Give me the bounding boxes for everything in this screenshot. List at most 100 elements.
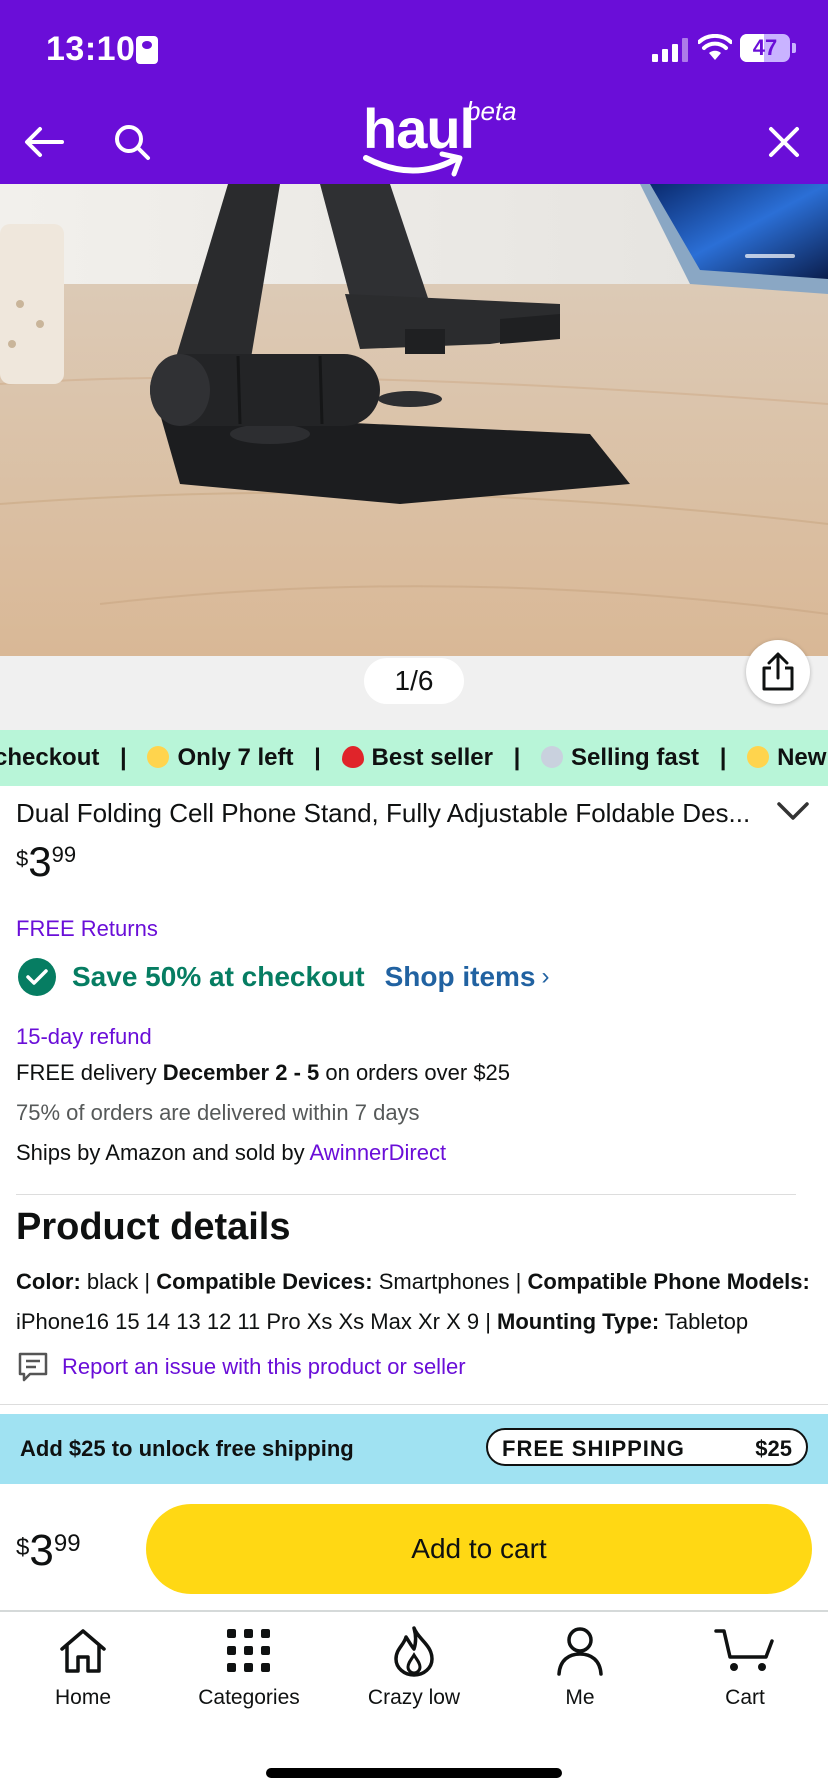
mounting-value: Tabletop (659, 1309, 749, 1334)
ticker-item: Only 7 left (177, 744, 294, 771)
cellular-signal-icon (652, 38, 688, 62)
color-value: black | (80, 1269, 157, 1294)
price-fraction: 99 (51, 842, 77, 867)
logo-badge: beta (466, 96, 517, 126)
free-shipping-banner: Add $25 to unlock free shipping FREE SHI… (0, 1414, 828, 1484)
grid-icon (227, 1629, 270, 1672)
status-time: 13:10 (46, 30, 136, 68)
buy-price-fraction: 99 (53, 1530, 81, 1557)
shop-items-link[interactable]: Shop items (385, 961, 536, 993)
battery-tip (792, 43, 796, 53)
tab-home[interactable]: Home (0, 1622, 166, 1722)
search-button[interactable] (108, 118, 156, 166)
close-icon (769, 127, 799, 157)
phone-stand-photo (0, 184, 828, 656)
divider (0, 1404, 828, 1405)
models-label: Compatible Phone Models: (527, 1269, 810, 1294)
delivery-info: FREE delivery December 2 - 5 on orders o… (16, 1060, 510, 1086)
home-indicator (266, 1768, 562, 1778)
buy-price-currency: $ (16, 1534, 30, 1561)
mounting-label: Mounting Type: (497, 1309, 660, 1334)
delivery-suffix: on orders over $25 (319, 1060, 511, 1085)
tab-label: Home (54, 1686, 112, 1709)
buy-price-whole: 3 (29, 1526, 54, 1575)
ticker-item: New in (777, 744, 828, 771)
ticker-item: checkout (0, 744, 100, 771)
cart-icon (714, 1629, 774, 1671)
home-icon (60, 1629, 106, 1673)
product-image[interactable] (0, 184, 828, 656)
expand-title-button[interactable] (776, 800, 810, 827)
search-icon (115, 125, 150, 160)
promo-text: Save 50% at checkout (72, 961, 365, 992)
divider (16, 1194, 796, 1195)
ticker-separator: | (513, 744, 521, 771)
price-whole: 3 (28, 838, 52, 885)
wifi-icon (698, 34, 732, 60)
person-icon (557, 1627, 603, 1676)
delivery-prefix: FREE delivery (16, 1060, 163, 1085)
red-heart-icon (341, 746, 364, 768)
tab-me[interactable]: Me (497, 1622, 663, 1722)
add-to-cart-button[interactable]: Add to cart (146, 1504, 812, 1594)
buy-price: $399 (16, 1526, 81, 1576)
checkmark-icon (18, 958, 56, 996)
tab-label: Crazy low (367, 1686, 461, 1709)
color-label: Color: (16, 1269, 81, 1294)
promo-row: Save 50% at checkout Shop items › (18, 958, 550, 996)
close-button[interactable] (760, 118, 808, 166)
ticker-separator: | (314, 744, 321, 771)
party-face-icon (747, 746, 770, 768)
ticker-item: Selling fast (571, 744, 700, 771)
rocket-icon (541, 746, 563, 768)
report-text: Report an issue with this product or sel… (62, 1354, 466, 1379)
product-title[interactable]: Dual Folding Cell Phone Stand, Fully Adj… (16, 798, 766, 829)
report-issue-link[interactable]: Report an issue with this product or sel… (18, 1352, 466, 1382)
product-details-text: Color: black | Compatible Devices: Smart… (16, 1262, 816, 1342)
price-currency: $ (16, 846, 29, 871)
tab-label: Categories (198, 1686, 300, 1709)
share-button[interactable] (746, 640, 810, 704)
share-icon (762, 652, 794, 691)
chevron-down-icon (777, 802, 809, 820)
delivery-stat: 75% of orders are delivered within 7 day… (16, 1100, 420, 1125)
product-price: $399 (16, 838, 76, 886)
tab-categories[interactable]: Categories (166, 1622, 332, 1722)
battery-level: 47 (752, 35, 778, 60)
arrow-left-icon (25, 127, 64, 157)
ships-prefix: Ships by Amazon and sold by (16, 1140, 310, 1165)
shipping-pill-amount: $25 (755, 1436, 792, 1461)
free-shipping-progress: FREE SHIPPING $25 (486, 1428, 808, 1466)
seller-link[interactable]: AwinnerDirect (310, 1140, 447, 1165)
tab-crazy-low[interactable]: Crazy low (331, 1622, 497, 1722)
tab-label: Cart (725, 1686, 765, 1709)
ticker-separator: | (120, 744, 127, 771)
pleading-face-icon (147, 746, 170, 768)
id-card-icon (136, 36, 158, 64)
smile-arrow-icon (363, 151, 463, 177)
ticker-separator: | (719, 744, 727, 771)
back-button[interactable] (20, 118, 68, 166)
devices-value: Smartphones | (372, 1269, 528, 1294)
ticker-item: Best seller (371, 744, 493, 771)
feedback-icon (18, 1352, 48, 1382)
app-header: 13:10 47 haul beta (0, 0, 828, 184)
product-details-heading: Product details (16, 1206, 291, 1248)
refund-link[interactable]: 15-day refund (16, 1024, 152, 1050)
urgency-ticker: checkout | Only 7 left | Best seller | S… (0, 730, 828, 786)
bottom-tab-bar: Home Categories Crazy low Me Cart (0, 1612, 828, 1792)
shipping-pill-label: FREE SHIPPING (502, 1436, 685, 1461)
delivery-dates: December 2 - 5 (162, 1060, 320, 1085)
buy-bar: $399 Add to cart (0, 1484, 828, 1612)
tab-label: Me (565, 1686, 595, 1709)
models-value: iPhone16 15 14 13 12 11 Pro Xs Xs Max Xr… (16, 1309, 498, 1334)
tab-cart[interactable]: Cart (662, 1622, 828, 1722)
battery-indicator: 47 (740, 34, 790, 62)
flame-icon (394, 1626, 434, 1677)
chevron-right-icon: › (541, 963, 550, 990)
haul-logo: haul beta (360, 96, 530, 186)
shipping-message: Add $25 to unlock free shipping (20, 1436, 354, 1461)
seller-info: Ships by Amazon and sold by AwinnerDirec… (16, 1140, 446, 1166)
devices-label: Compatible Devices: (156, 1269, 373, 1294)
free-returns-link[interactable]: FREE Returns (16, 916, 158, 942)
